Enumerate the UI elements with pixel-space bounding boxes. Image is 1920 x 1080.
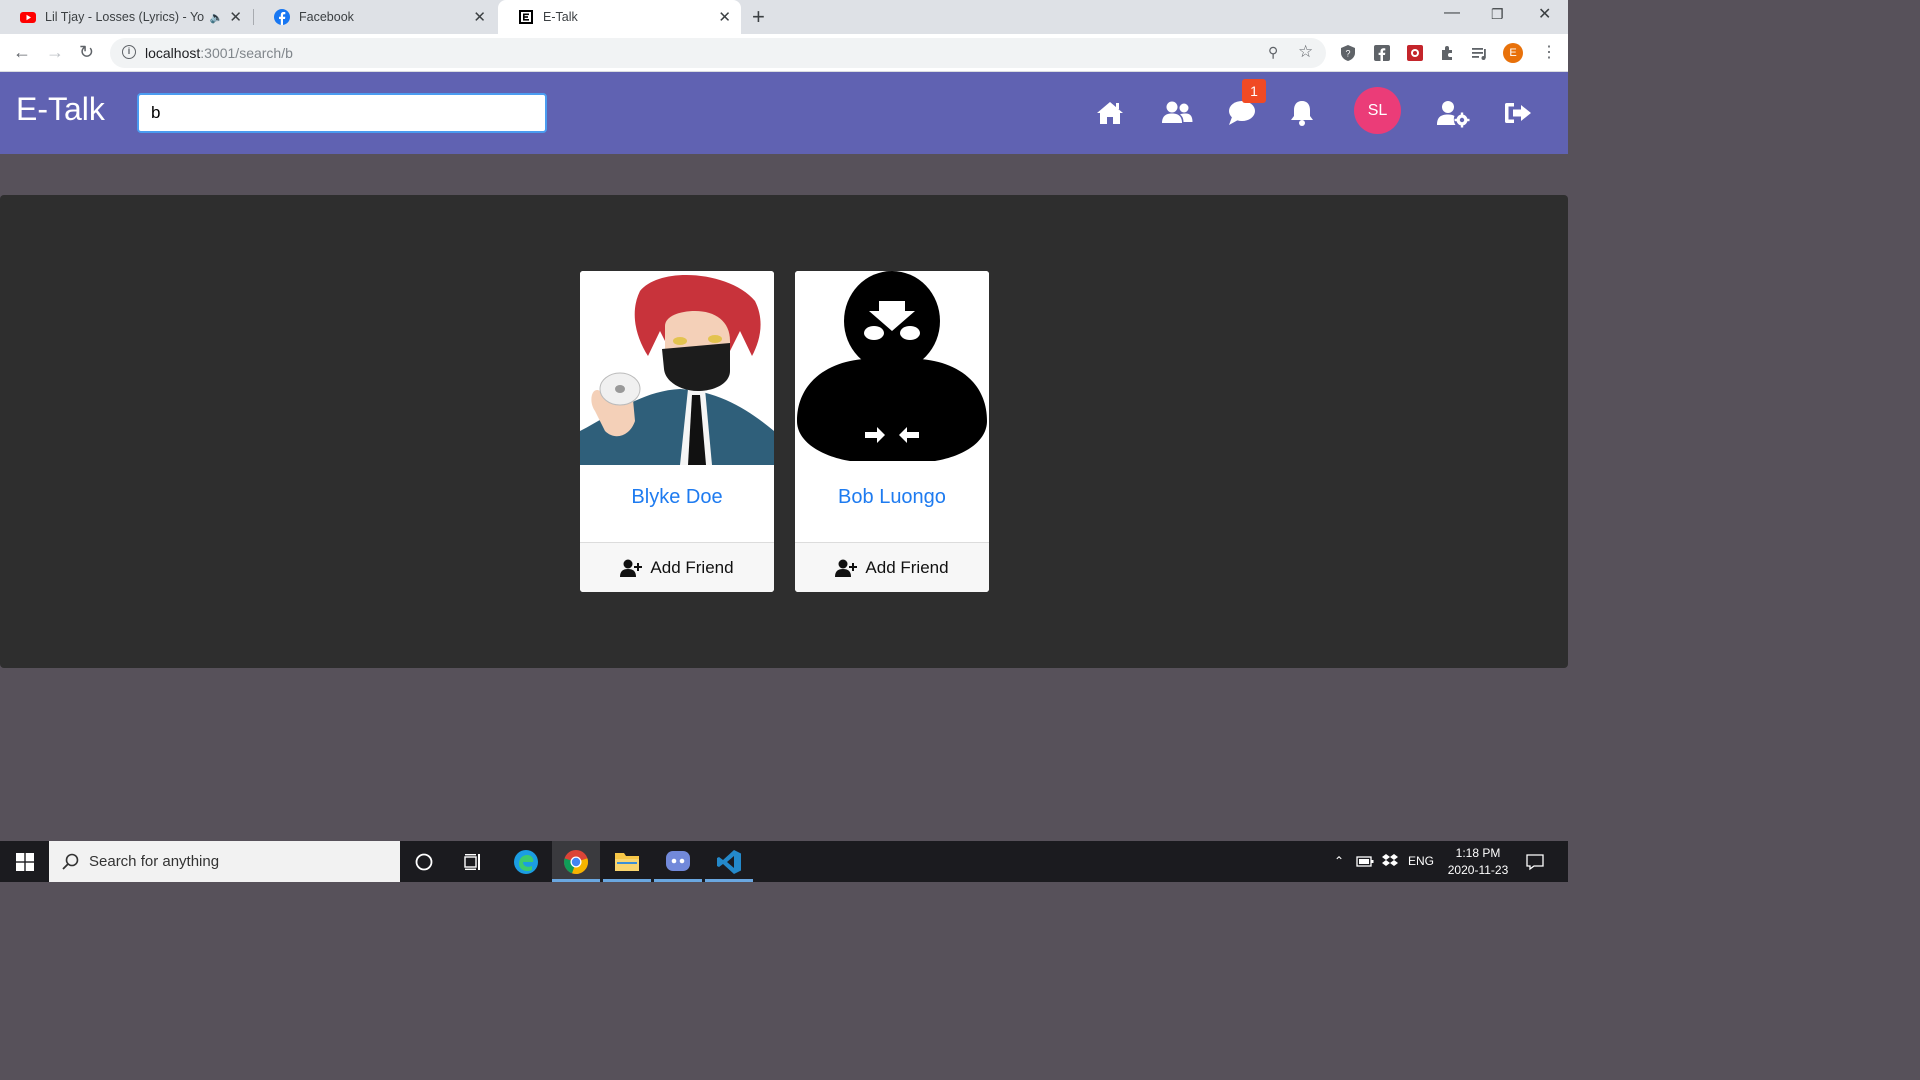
taskbar-clock[interactable]: 1:18 PM 2020-11-23 [1440, 845, 1516, 879]
taskbar-search-box[interactable]: Search for anything [49, 841, 400, 882]
clock-time: 1:18 PM [1455, 846, 1501, 860]
extensions-puzzle-icon[interactable] [1439, 44, 1457, 62]
user-name-link[interactable]: Bob Luongo [795, 486, 989, 509]
edge-icon [514, 850, 538, 874]
add-friend-button[interactable]: Add Friend [795, 542, 989, 592]
browser-toolbar: ← → ↻ i localhost:3001/search/b ⚲ ☆ [0, 34, 1568, 72]
close-tab-icon[interactable]: ✕ [718, 8, 731, 26]
minimize-icon[interactable]: — [1444, 4, 1460, 22]
taskbar-discord[interactable] [654, 841, 702, 882]
etalk-icon [519, 10, 533, 24]
password-key-icon[interactable]: ⚲ [1268, 44, 1278, 61]
task-view-icon[interactable] [464, 853, 484, 871]
search-icon [62, 853, 79, 870]
browser-profile-avatar[interactable]: E [1503, 43, 1523, 63]
clock-date: 2020-11-23 [1447, 863, 1509, 877]
chrome-icon [564, 850, 589, 874]
search-results-panel [0, 195, 1568, 668]
logout-icon[interactable] [1503, 98, 1533, 128]
tab-title: Lil Tjay - Losses (Lyrics) - You [45, 10, 204, 24]
input-language[interactable]: ENG [1408, 854, 1434, 868]
svg-text:?: ? [1345, 49, 1350, 59]
add-friend-label: Add Friend [865, 557, 949, 577]
user-card: Blyke Doe Add Friend [580, 271, 774, 592]
tab-youtube[interactable]: Lil Tjay - Losses (Lyrics) - You 🔈 ✕ [0, 0, 252, 34]
vscode-icon [717, 850, 741, 874]
tab-etalk[interactable]: E-Talk ✕ [498, 0, 741, 34]
window-close-icon[interactable]: ✕ [1538, 4, 1551, 24]
site-info-icon[interactable]: i [122, 45, 136, 59]
shield-extension-icon[interactable]: ? [1339, 44, 1357, 62]
home-icon[interactable] [1095, 98, 1125, 128]
browser-menu-icon[interactable]: ⋮ [1541, 42, 1557, 62]
profile-picture[interactable] [580, 271, 774, 465]
app-navbar: E-Talk [0, 72, 1568, 154]
discord-icon [666, 851, 690, 871]
new-tab-icon[interactable]: + [752, 4, 765, 30]
battery-icon[interactable] [1356, 854, 1374, 868]
add-friend-button[interactable]: Add Friend [580, 542, 774, 592]
brand-logo[interactable]: E-Talk [16, 91, 105, 128]
url-text[interactable]: localhost:3001/search/b [145, 45, 293, 61]
windows-start-icon[interactable] [16, 853, 34, 871]
tab-facebook[interactable]: Facebook ✕ [254, 0, 496, 34]
tab-title: E-Talk [543, 10, 578, 24]
friends-icon[interactable] [1160, 98, 1194, 128]
media-control-icon[interactable] [1471, 44, 1489, 62]
close-tab-icon[interactable]: ✕ [229, 8, 242, 26]
add-user-icon [620, 559, 643, 577]
search-input[interactable] [137, 93, 547, 133]
account-settings-icon[interactable] [1436, 98, 1470, 128]
notifications-icon[interactable] [1287, 98, 1317, 128]
taskbar-file-explorer[interactable] [603, 841, 651, 882]
tray-expand-icon[interactable]: ⌃ [1334, 854, 1344, 868]
restore-icon[interactable]: ❐ [1491, 6, 1504, 23]
tab-audio-icon[interactable]: 🔈 [210, 11, 224, 24]
messages-badge: 1 [1242, 79, 1266, 103]
folder-icon [615, 853, 639, 871]
add-friend-label: Add Friend [650, 557, 734, 577]
action-center-icon[interactable] [1526, 853, 1544, 871]
taskbar-chrome[interactable] [552, 841, 600, 882]
user-card: Bob Luongo Add Friend [795, 271, 989, 592]
address-bar[interactable]: i localhost:3001/search/b ⚲ ☆ [110, 38, 1326, 68]
red-extension-icon[interactable] [1406, 44, 1424, 62]
user-avatar[interactable]: SL [1354, 87, 1401, 134]
dropbox-icon[interactable] [1381, 853, 1399, 869]
youtube-icon [20, 12, 36, 23]
profile-picture[interactable] [795, 271, 989, 465]
close-tab-icon[interactable]: ✕ [473, 8, 486, 26]
bookmark-star-icon[interactable]: ☆ [1298, 42, 1313, 62]
windows-taskbar: Search for anything ⌃ ENG 1:18 PM 2020-1… [0, 841, 1568, 882]
tab-title: Facebook [299, 10, 354, 24]
facebook-icon [274, 9, 290, 25]
reload-icon[interactable]: ↻ [79, 42, 94, 63]
add-user-icon [835, 559, 858, 577]
back-icon[interactable]: ← [13, 42, 31, 63]
taskbar-search-placeholder: Search for anything [89, 853, 220, 870]
facebook-extension-icon[interactable] [1373, 44, 1391, 62]
taskbar-vscode[interactable] [705, 841, 753, 882]
forward-icon[interactable]: → [46, 42, 64, 63]
browser-tab-strip: Lil Tjay - Losses (Lyrics) - You 🔈 ✕ Fac… [0, 0, 1568, 34]
user-name-link[interactable]: Blyke Doe [580, 486, 774, 509]
cortana-icon[interactable] [415, 853, 433, 871]
taskbar-edge[interactable] [502, 841, 550, 882]
